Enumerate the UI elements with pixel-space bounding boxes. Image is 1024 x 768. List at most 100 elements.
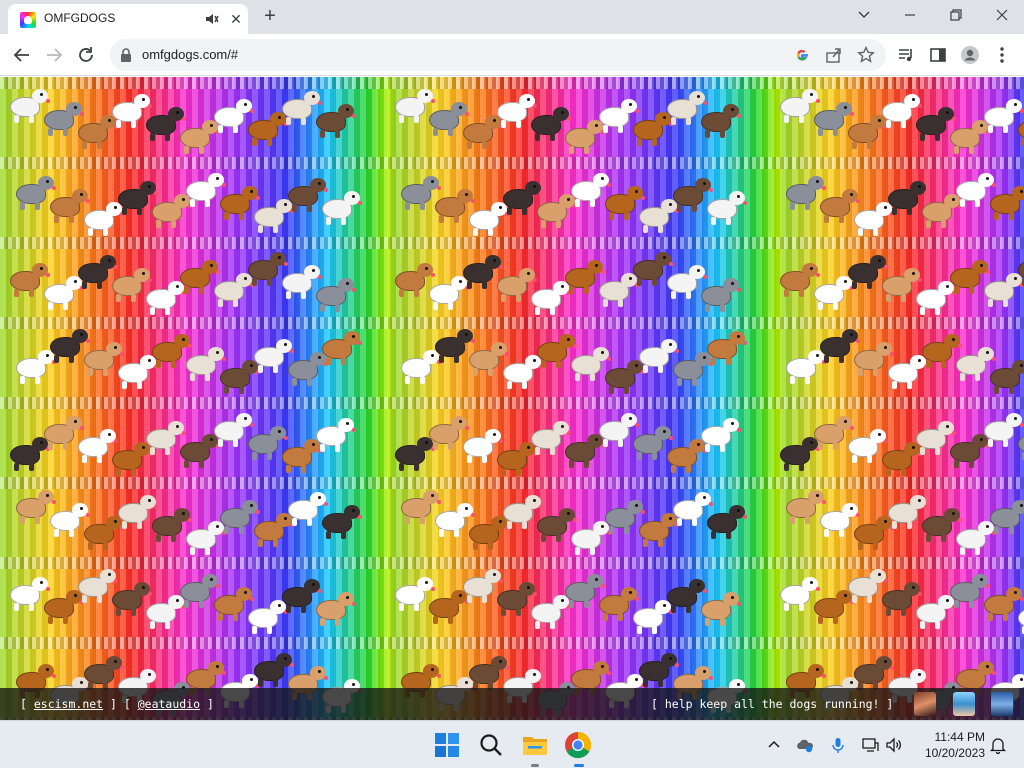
more-vert-icon[interactable] [990,43,1014,67]
eataudio-link[interactable]: @eataudio [138,697,200,711]
dog-leg1 [48,302,53,310]
back-arrow-icon[interactable] [10,43,34,67]
star-icon[interactable] [856,45,876,65]
profile-icon[interactable] [958,43,982,67]
dog-tongue [148,592,152,596]
file-explorer-icon[interactable] [519,729,551,761]
dog-eye [114,346,117,349]
dog-leg2 [726,217,731,225]
onedrive-icon[interactable] [795,735,815,755]
microphone-icon[interactable] [828,735,848,755]
dog-leg2 [29,115,34,123]
volume-icon[interactable] [884,735,904,755]
running-dog [673,492,713,526]
dog-leg2 [941,220,946,228]
tab-close-icon[interactable]: ✕ [226,9,246,29]
system-clock[interactable]: 11:44 PM 10/20/2023 [915,729,985,761]
reload-icon[interactable] [74,43,98,67]
running-dog [395,577,435,611]
speaker-icon[interactable] [204,11,220,27]
running-dog [667,265,707,299]
google-icon[interactable] [792,45,812,65]
window-close-icon[interactable] [978,0,1024,30]
dog-leg2 [454,215,459,223]
chrome-icon[interactable] [562,729,594,761]
running-dog [401,176,441,210]
minimize-icon[interactable] [886,0,932,30]
footer-image-icon[interactable] [991,692,1013,716]
running-dog [180,260,220,294]
forward-arrow-icon[interactable] [42,43,66,67]
dog-eye [527,586,530,589]
dog-eye [816,668,819,671]
dog-leg1 [433,442,438,450]
dog-tongue [669,262,673,266]
dog-tongue [884,265,888,269]
footer-image-icon[interactable] [953,692,975,716]
dog-head [1012,500,1024,514]
dog-leg1 [439,355,444,363]
network-icon[interactable] [860,735,880,755]
dog-eye [629,103,632,106]
running-dog [990,360,1024,394]
running-dog [254,653,294,687]
dog-leg2 [1003,613,1008,621]
dog-leg1 [784,603,789,611]
dog-leg2 [448,302,453,310]
dog-leg2 [273,365,278,373]
page-footer: [ escism.net ] [ @eataudio ] [ help keep… [0,688,1024,720]
new-tab-button[interactable]: + [258,5,282,29]
tab-search-chevron-down-icon[interactable] [840,0,886,30]
dog-eye [216,665,219,668]
running-dog [605,360,645,394]
dog-eye [352,509,355,512]
dog-eye [878,119,881,122]
media-queue-icon[interactable] [894,43,918,67]
running-dog [956,661,996,695]
taskbar: 11:44 PM 10/20/2023 [0,720,1024,768]
dog-eye [40,267,43,270]
dog-tongue [318,589,322,593]
dog-leg2 [1009,212,1014,220]
dog-leg2 [652,452,657,460]
running-dog [10,263,50,297]
dog-leg1 [507,207,512,215]
lock-icon[interactable] [120,47,132,68]
dog-row [0,317,1024,397]
help-keep-dogs-running-link[interactable]: [ help keep all the dogs running! ] [651,697,893,711]
dog-leg2 [975,199,980,207]
dog-eye [810,441,813,444]
dog-eye [142,98,145,101]
dog-leg2 [35,376,40,384]
dog-leg2 [301,465,306,473]
dog-leg2 [692,204,697,212]
restore-icon[interactable] [932,0,978,30]
dog-leg1 [405,202,410,210]
windows-start-icon[interactable] [431,729,463,761]
escism-link[interactable]: escism.net [34,697,103,711]
dog-leg1 [858,228,863,236]
search-icon[interactable] [475,729,507,761]
share-icon[interactable] [824,45,844,65]
dog-tongue [352,288,356,292]
url-text[interactable]: omfgdogs.com/# [142,47,238,62]
dog-leg2 [618,613,623,621]
dog-tongue [324,502,328,506]
dog-leg1 [994,212,999,220]
running-dog [854,656,894,690]
dog-tongue [471,339,475,343]
browser-tab[interactable]: OMFGDOGS ✕ [8,4,248,34]
dog-tongue [539,191,543,195]
dog-leg1 [473,368,478,376]
bell-icon[interactable] [988,735,1008,755]
running-dog [78,429,118,463]
side-panel-icon[interactable] [926,43,950,67]
dog-eye [142,586,145,589]
address-bar[interactable]: omfgdogs.com/# [110,39,886,71]
dog-eye [850,681,853,684]
dog-eye [108,433,111,436]
chevron-up-icon[interactable] [764,735,784,755]
dog-eye [946,599,949,602]
running-dog [435,329,475,363]
footer-image-icon[interactable] [914,692,936,716]
